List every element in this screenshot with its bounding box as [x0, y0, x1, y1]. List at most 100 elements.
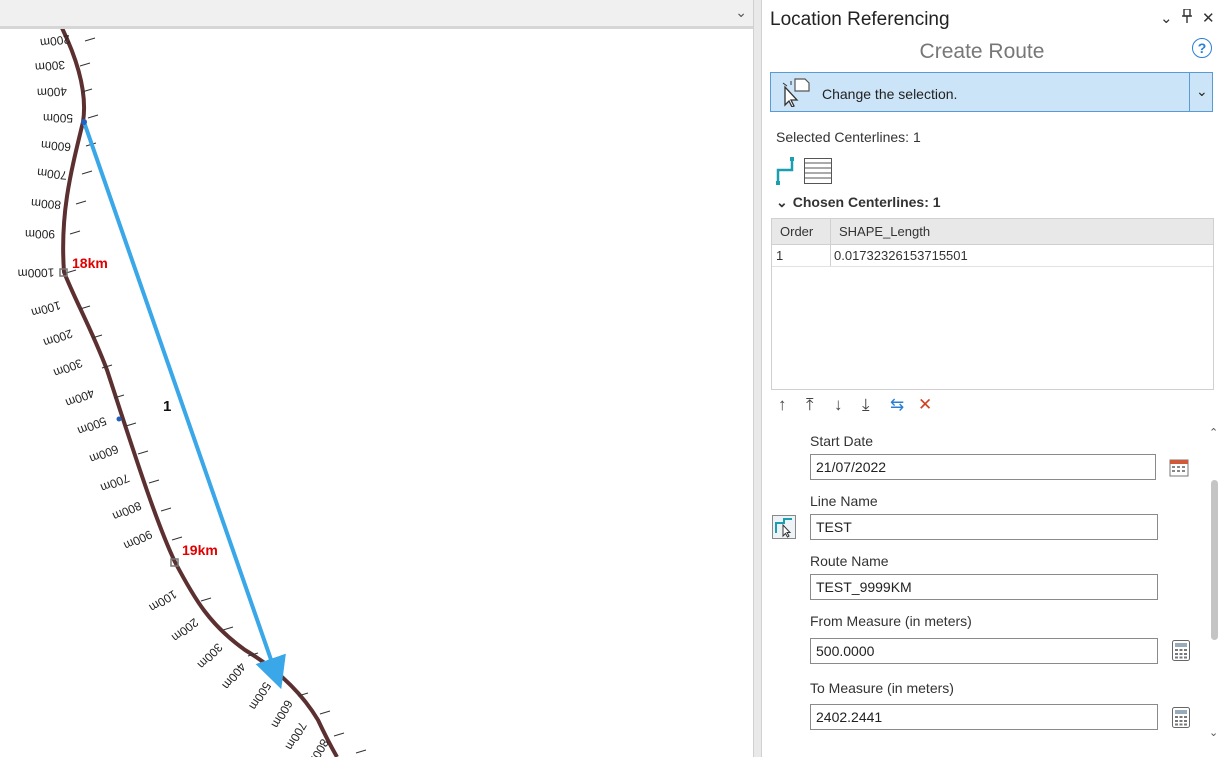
midpoint-vertex	[116, 416, 122, 422]
line-name-label: Line Name	[810, 493, 878, 509]
measure-label: 800m	[31, 196, 62, 212]
pane-splitter[interactable]	[753, 0, 762, 757]
selected-centerlines-count: Selected Centerlines: 1	[776, 129, 921, 145]
measure-label: 600m	[41, 138, 72, 154]
measure-tick	[222, 626, 234, 631]
measure-label: 200m	[41, 326, 74, 349]
km-label-19: 19km	[182, 542, 218, 558]
to-measure-label: To Measure (in meters)	[810, 680, 954, 696]
measure-tick	[200, 597, 212, 602]
measure-label: 300m	[195, 640, 226, 671]
chosen-centerlines-label: Chosen Centerlines: 1	[792, 194, 941, 210]
measure-label: 1000m	[17, 265, 54, 280]
measure-tick	[75, 200, 87, 205]
map-collapse-chevron-icon[interactable]: ⌄	[735, 4, 747, 21]
measure-tick	[148, 479, 160, 484]
start-date-field[interactable]: 21/07/2022	[810, 454, 1156, 480]
measure-label: 900m	[121, 527, 154, 553]
close-icon[interactable]: ✕	[1202, 9, 1215, 27]
from-measure-field[interactable]: 500.0000	[810, 638, 1158, 664]
measure-label: 700m	[282, 719, 309, 752]
measure-label: 200m	[169, 615, 201, 645]
measure-tick	[137, 450, 149, 455]
chosen-centerlines-table[interactable]: Order SHAPE_Length 1 0.01732326153715501	[771, 218, 1214, 390]
measure-label: 400m	[63, 386, 96, 410]
chosen-centerlines-header[interactable]: ⌄ Chosen Centerlines: 1	[776, 194, 941, 211]
change-selection-dropdown[interactable]: Change the selection. ⌄	[770, 72, 1213, 112]
map-canvas[interactable]: 18km 19km 1 200m300m400m500m600m700m800m…	[0, 0, 753, 757]
scrollbar-thumb[interactable]	[1211, 480, 1218, 640]
start-date-label: Start Date	[810, 433, 874, 449]
measure-label: 500m	[43, 111, 73, 125]
vertical-scrollbar[interactable]: ⌃ ⌄	[1206, 426, 1222, 744]
move-up-icon[interactable]: ↑	[778, 395, 806, 415]
move-to-top-icon[interactable]: ⤒	[806, 395, 834, 415]
measure-tick	[160, 507, 172, 512]
location-referencing-pane: Location Referencing ⌄ ✕ Create Route ? …	[762, 0, 1225, 757]
route-start-vertex	[81, 119, 87, 125]
move-to-bottom-icon[interactable]: ⤓	[862, 395, 890, 415]
move-down-icon[interactable]: ↓	[834, 395, 862, 415]
measure-tick	[81, 170, 93, 175]
change-selection-label: Change the selection.	[822, 86, 958, 102]
measure-label: 100m	[30, 298, 63, 320]
pin-icon[interactable]	[1181, 8, 1193, 26]
measure-label: 100m	[147, 587, 180, 615]
created-route-arrow[interactable]	[82, 121, 286, 690]
tool-title: Create Route	[919, 40, 1045, 63]
map-tab-bar: ⌄	[0, 0, 753, 29]
calculator-icon[interactable]	[1172, 640, 1190, 664]
measure-label: 300m	[34, 58, 65, 75]
from-measure-label: From Measure (in meters)	[810, 613, 972, 629]
measure-label: 400m	[37, 84, 68, 100]
measure-label: 300m	[51, 356, 84, 380]
pane-options-chevron-icon[interactable]: ⌄	[1160, 9, 1173, 27]
map-view[interactable]: 18km 19km 1 200m 300m 400m 500m 600m 700m 800m…	[0, 0, 753, 757]
route-order-label: 1	[163, 398, 171, 415]
measure-label: 400m	[219, 660, 249, 692]
measure-tick	[69, 230, 81, 235]
table-view-icon[interactable]	[804, 158, 832, 187]
chevron-down-icon[interactable]: ⌄	[1196, 83, 1208, 100]
km-label-18: 18km	[72, 255, 108, 271]
measure-label: 700m	[98, 471, 131, 495]
to-measure-field[interactable]: 2402.2441	[810, 704, 1158, 730]
pick-line-icon[interactable]	[772, 515, 796, 542]
reverse-icon[interactable]: ⇆	[890, 395, 918, 415]
cell-shape-length: 0.01732326153715501	[834, 248, 968, 263]
remove-icon[interactable]: ✕	[918, 395, 946, 415]
dropdown-divider	[1189, 73, 1190, 111]
measure-label: 500m	[246, 680, 274, 713]
column-header-shape-length[interactable]: SHAPE_Length	[839, 224, 930, 239]
calculator-icon[interactable]	[1172, 707, 1190, 731]
select-centerline-icon[interactable]	[775, 156, 797, 189]
measure-labels: 200m300m400m500m600m700m800m900m1000m100…	[17, 32, 331, 757]
table-header: Order SHAPE_Length	[772, 219, 1213, 245]
measure-label: 500m	[75, 414, 108, 438]
measure-tick	[333, 732, 345, 737]
measure-label: 200m	[39, 32, 71, 50]
measure-tick	[84, 37, 96, 42]
scroll-up-icon[interactable]: ⌃	[1209, 426, 1218, 439]
measure-tick	[171, 536, 183, 541]
line-name-field[interactable]: TEST	[810, 514, 1158, 540]
measure-label: 800m	[110, 498, 143, 523]
route-name-field[interactable]: TEST_9999KM	[810, 574, 1158, 600]
cell-order: 1	[776, 248, 784, 263]
measure-label: 700m	[36, 165, 67, 182]
measure-label: 900m	[25, 227, 55, 241]
pane-title: Location Referencing	[770, 9, 950, 30]
help-icon[interactable]: ?	[1192, 38, 1212, 58]
measure-tick	[79, 62, 91, 67]
measure-label: 600m	[268, 697, 295, 730]
centerline[interactable]	[60, 27, 339, 757]
reorder-toolbar: ↑ ⤒ ↓ ⤓ ⇆ ✕	[778, 395, 946, 415]
table-row[interactable]: 1 0.01732326153715501	[772, 245, 1213, 267]
measure-label: 600m	[87, 442, 120, 466]
measure-tick	[87, 114, 99, 119]
calendar-icon[interactable]	[1169, 457, 1189, 480]
scroll-down-icon[interactable]: ⌄	[1209, 726, 1218, 739]
column-header-order[interactable]: Order	[780, 224, 813, 239]
measure-tick	[355, 749, 367, 754]
collapse-chevron-icon[interactable]: ⌄	[776, 194, 788, 210]
